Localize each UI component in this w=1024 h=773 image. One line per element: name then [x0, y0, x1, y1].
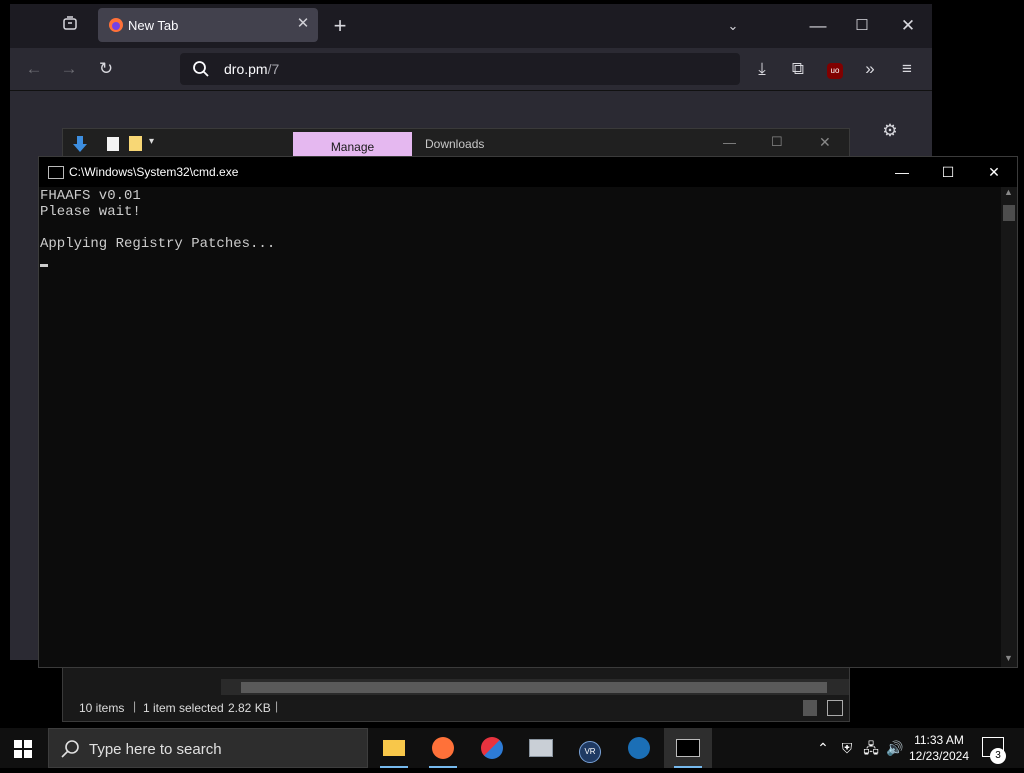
firefox-view-icon[interactable] — [56, 12, 84, 40]
extensions-icon[interactable]: ⧉ — [784, 55, 812, 83]
plus-icon[interactable]: + — [326, 12, 354, 40]
url-path: /7 — [267, 61, 280, 77]
firefox-icon[interactable] — [419, 728, 467, 768]
maximize-icon[interactable]: ☐ — [848, 12, 876, 40]
status-selected: 1 item selected — [143, 701, 224, 715]
url-text: dro.pm/7 — [224, 61, 279, 77]
console-output[interactable]: FHAAFS v0.01 Please wait! Applying Regis… — [39, 187, 1001, 667]
status-bar: 10 items | 1 item selected 2.82 KB | — [63, 695, 849, 721]
download-icon[interactable]: ⤓ — [748, 55, 776, 83]
clock[interactable]: 11:33 AM 12/23/2024 — [906, 732, 972, 764]
cmd-taskbar-icon[interactable] — [664, 728, 712, 768]
minimize-icon[interactable]: — — [804, 12, 832, 40]
explorer-close-icon[interactable]: ✕ — [819, 134, 831, 151]
tab-title: New Tab — [128, 18, 179, 33]
search-icon — [61, 739, 81, 759]
volume-icon[interactable]: 🔊 — [884, 728, 906, 768]
status-divider: | — [133, 699, 137, 713]
cmd-minimize-button[interactable]: — — [879, 157, 925, 187]
gear-icon[interactable]: ⚙ — [876, 117, 904, 145]
status-item-count: 10 items — [79, 701, 125, 715]
navigation-toolbar: ← → ↻ dro.pm/7 ⤓ ⧉ uo » ≡ — [10, 48, 932, 91]
tab-bar: New Tab ✕ + ⌄ — ☐ ✕ — [10, 4, 932, 48]
firefox-logo-icon — [108, 17, 124, 33]
details-view-icon[interactable] — [803, 700, 817, 716]
tab-new-tab[interactable]: New Tab ✕ — [98, 8, 318, 42]
horizontal-scrollbar[interactable] — [221, 679, 849, 695]
chevron-down-icon[interactable]: ⌄ — [719, 12, 747, 40]
notification-count-badge: 3 — [990, 748, 1006, 764]
text-cursor — [40, 264, 48, 267]
taskbar: Type here to search VR ⌃ ⛨ 🖧 🔊 11:33 AM … — [0, 728, 1024, 768]
explorer-title-downloads: Downloads — [425, 137, 485, 151]
show-hidden-icons-icon[interactable]: ⌃ — [812, 728, 834, 768]
clock-date: 12/23/2024 — [908, 749, 970, 763]
quick-access-dropdown-icon[interactable]: ▾ — [149, 136, 154, 147]
ublock-icon[interactable]: uo — [827, 63, 843, 79]
cmd-titlebar: C:\Windows\System32\cmd.exe — ☐ ✕ — [39, 157, 1017, 187]
back-icon[interactable]: ← — [20, 55, 48, 83]
reload-icon[interactable]: ↻ — [92, 55, 120, 83]
menu-icon[interactable]: ≡ — [893, 55, 921, 83]
explorer-minimize-icon[interactable]: — — [723, 135, 736, 150]
steam-icon[interactable] — [615, 728, 663, 768]
vr-icon[interactable]: VR — [566, 728, 614, 768]
console-line: Applying Registry Patches... — [40, 236, 276, 252]
close-icon[interactable]: ✕ — [294, 15, 312, 33]
scroll-down-icon[interactable]: ▼ — [1004, 653, 1013, 663]
properties-icon[interactable] — [107, 137, 119, 151]
folder-icon[interactable] — [129, 136, 142, 151]
close-window-icon[interactable]: ✕ — [894, 12, 922, 40]
status-divider: | — [275, 699, 279, 713]
vertical-scrollbar[interactable]: ▲ ▼ — [1001, 187, 1017, 667]
cmd-icon — [48, 166, 64, 179]
console-line: FHAAFS v0.01 — [40, 188, 141, 204]
search-placeholder: Type here to search — [89, 741, 222, 758]
cmd-close-button[interactable]: ✕ — [971, 157, 1017, 187]
cmd-window: C:\Windows\System32\cmd.exe — ☐ ✕ FHAAFS… — [38, 156, 1018, 668]
app-swirl-icon[interactable] — [468, 728, 516, 768]
file-explorer-icon[interactable] — [370, 728, 418, 768]
app-monitor-icon[interactable] — [517, 728, 565, 768]
scrollbar-thumb[interactable] — [1003, 205, 1015, 221]
overflow-icon[interactable]: » — [856, 55, 884, 83]
url-host: dro.pm — [224, 61, 268, 77]
url-bar[interactable]: dro.pm/7 — [180, 53, 740, 85]
scrollbar-thumb[interactable] — [241, 682, 827, 693]
status-size: 2.82 KB — [228, 701, 271, 715]
explorer-titlebar: ▾ Manage Downloads — ☐ ✕ — [63, 129, 849, 158]
tab-manage[interactable]: Manage — [293, 132, 412, 158]
console-line: Please wait! — [40, 204, 141, 220]
tiles-view-icon[interactable] — [827, 700, 843, 716]
cmd-title: C:\Windows\System32\cmd.exe — [69, 165, 239, 179]
search-icon — [192, 60, 210, 78]
download-arrow-icon[interactable] — [73, 136, 87, 152]
forward-icon[interactable]: → — [55, 55, 83, 83]
cmd-maximize-button[interactable]: ☐ — [925, 157, 971, 187]
security-tray-icon[interactable]: ⛨ — [836, 728, 858, 768]
taskbar-search-box[interactable]: Type here to search — [48, 728, 368, 768]
windows-start-icon[interactable] — [14, 740, 32, 758]
scroll-up-icon[interactable]: ▲ — [1004, 187, 1013, 197]
network-icon[interactable]: 🖧 — [860, 728, 882, 768]
explorer-maximize-icon[interactable]: ☐ — [771, 134, 783, 150]
clock-time: 11:33 AM — [914, 733, 964, 747]
